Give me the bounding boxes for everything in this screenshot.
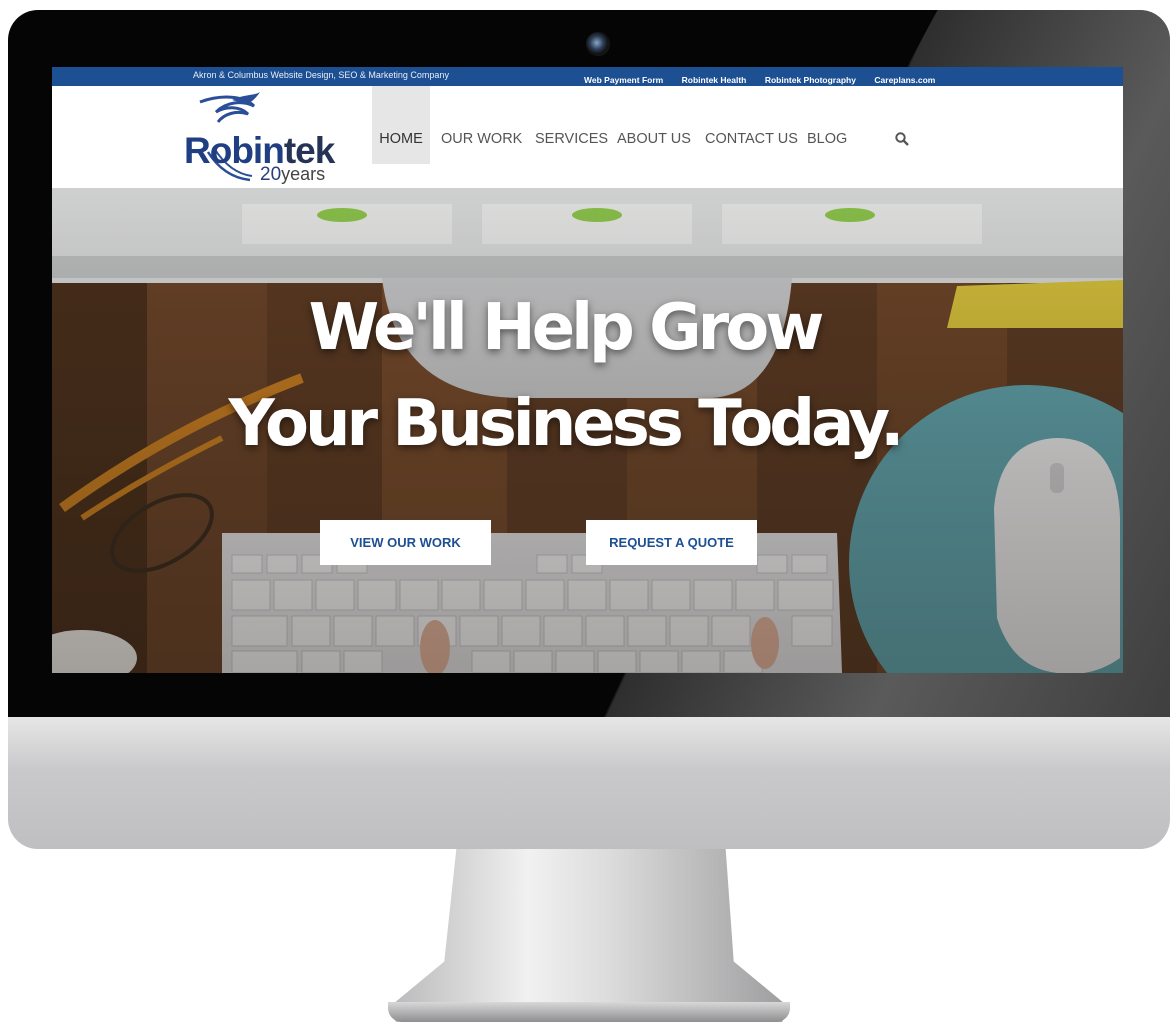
request-a-quote-button[interactable]: REQUEST A QUOTE: [586, 520, 757, 565]
nav-blog[interactable]: BLOG: [807, 86, 847, 164]
hero-title-line-2: Your Business Today.: [228, 387, 905, 461]
site-logo[interactable]: Robintek 20years: [182, 92, 352, 186]
monitor-chin: [8, 717, 1170, 849]
nav-our-work[interactable]: OUR WORK: [441, 86, 522, 164]
hero-title-line-1: We'll Help Grow: [308, 291, 825, 365]
top-link-robintek-health[interactable]: Robintek Health: [682, 75, 747, 85]
logo-years: 20years: [260, 164, 325, 186]
nav-contact-us[interactable]: CONTACT US: [705, 86, 798, 164]
top-bar: Akron & Columbus Website Design, SEO & M…: [52, 67, 1123, 86]
site-header: Robintek 20years HOME OUR WORK SERVICES …: [52, 86, 1123, 188]
top-link-careplans[interactable]: Careplans.com: [874, 75, 935, 85]
top-link-web-payment[interactable]: Web Payment Form: [584, 75, 663, 85]
view-our-work-button[interactable]: VIEW OUR WORK: [320, 520, 491, 565]
logo-years-word: years: [281, 164, 326, 184]
search-icon[interactable]: [895, 132, 909, 146]
hero-banner: We'll Help Grow Your Business Today. VIE…: [52, 188, 1123, 673]
hero-title: We'll Help Grow Your Business Today.: [52, 280, 1077, 472]
nav-about-us[interactable]: ABOUT US: [617, 86, 691, 164]
monitor-stand-base: [388, 1002, 790, 1022]
nav-services[interactable]: SERVICES: [535, 86, 608, 164]
top-link-robintek-photography[interactable]: Robintek Photography: [765, 75, 856, 85]
logo-years-number: 20: [260, 164, 282, 185]
website-screen: Akron & Columbus Website Design, SEO & M…: [52, 67, 1123, 673]
camera-icon: [586, 32, 610, 56]
nav-home[interactable]: HOME: [372, 86, 430, 164]
tagline: Akron & Columbus Website Design, SEO & M…: [193, 70, 449, 80]
monitor-stand: [388, 849, 790, 1022]
